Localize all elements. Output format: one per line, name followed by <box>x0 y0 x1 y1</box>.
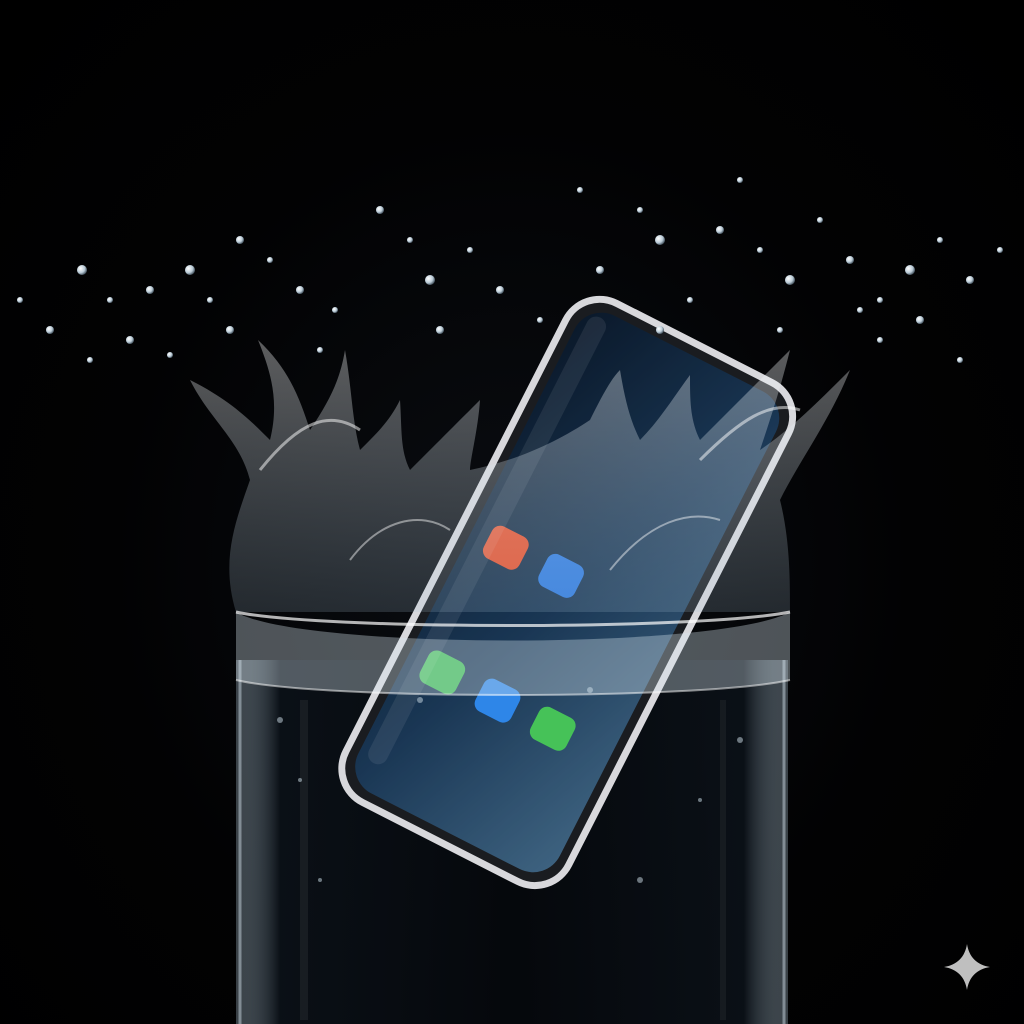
sparkle-icon <box>944 944 990 990</box>
photo-scene <box>0 0 1024 1024</box>
splash-photo <box>17 177 1003 1024</box>
water-splash <box>190 340 850 696</box>
water-droplets <box>17 177 1003 363</box>
